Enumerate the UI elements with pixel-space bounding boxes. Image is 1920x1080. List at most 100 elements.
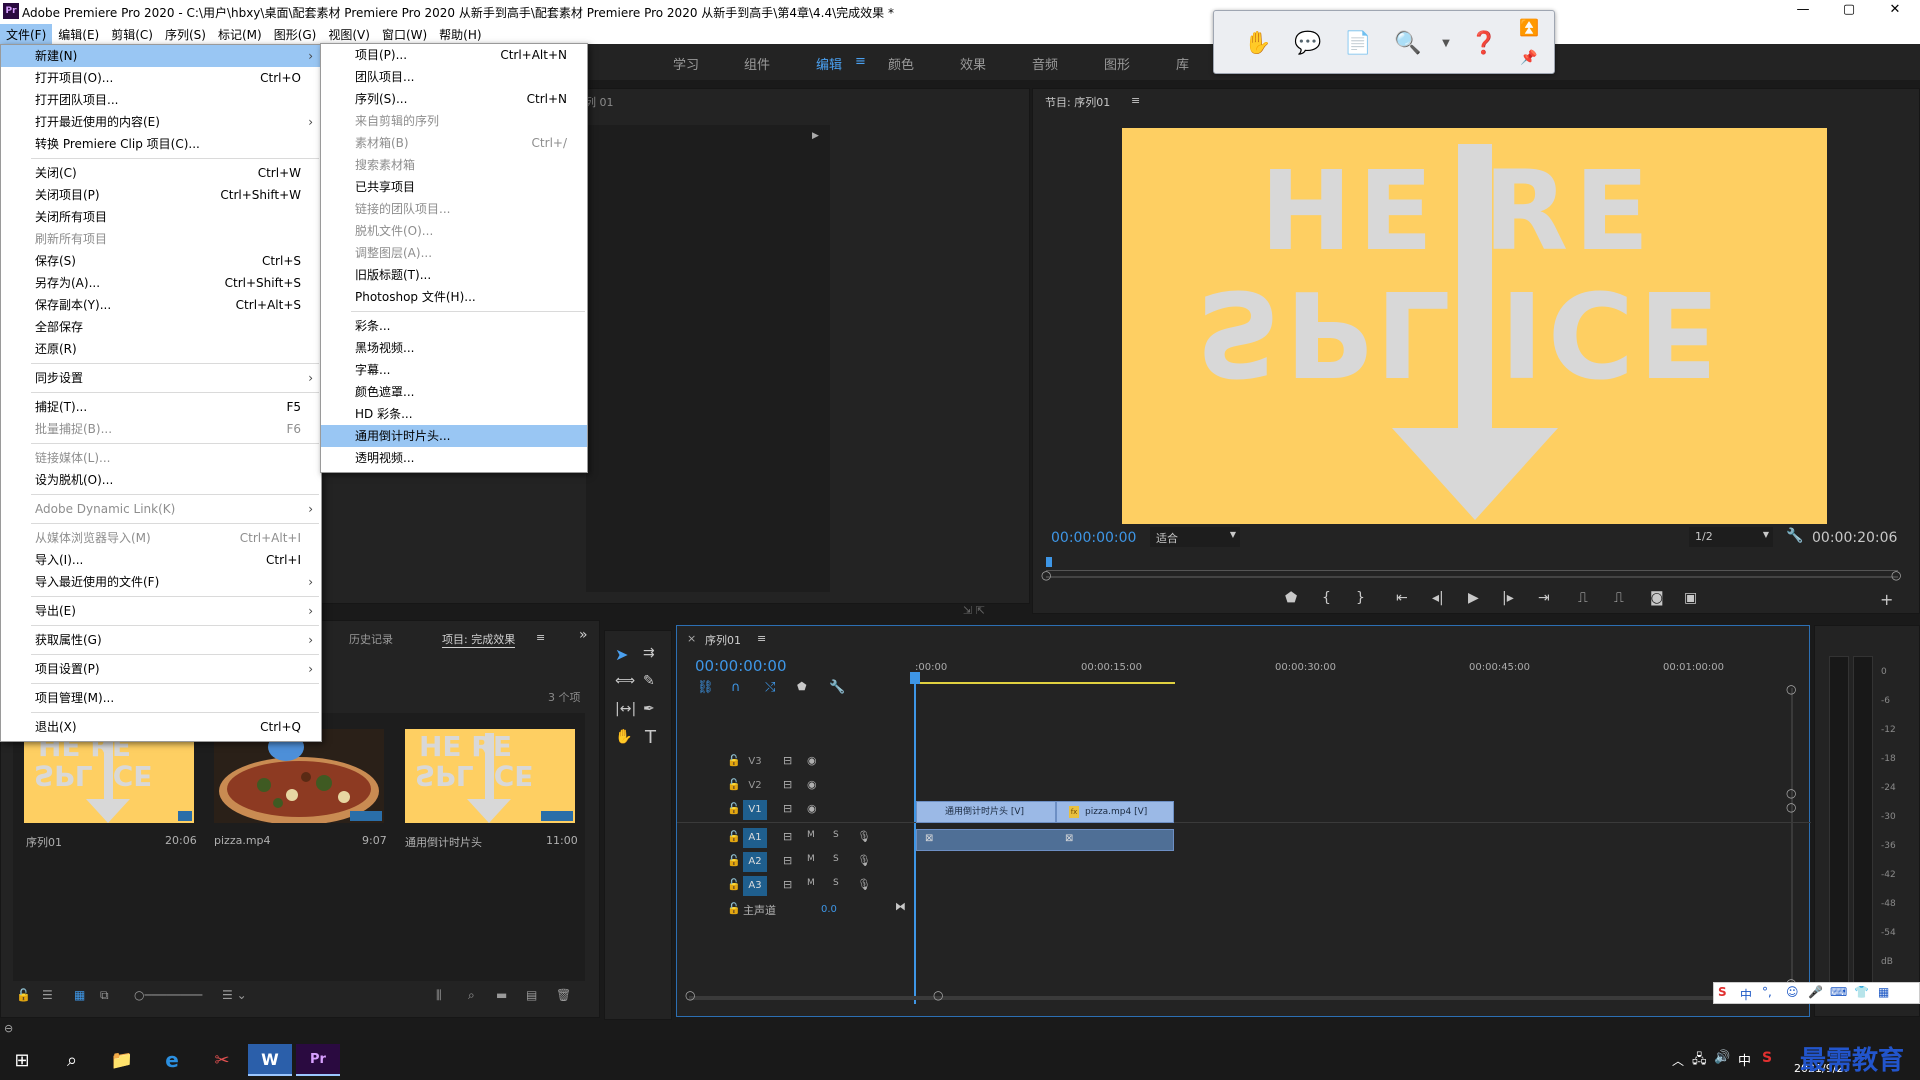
sogou-logo-icon[interactable]: S: [1718, 985, 1727, 999]
timeline-v-scrollbar[interactable]: [1791, 688, 1793, 988]
workspace-graphics[interactable]: 图形: [1104, 54, 1130, 73]
file-explorer-icon[interactable]: 📁: [100, 1044, 144, 1076]
mark-out-icon[interactable]: }: [1356, 590, 1365, 606]
panel-expand-icon[interactable]: »: [579, 627, 588, 643]
add-button-icon[interactable]: +: [1880, 590, 1893, 609]
new-submenu-item[interactable]: 团队项目...: [321, 66, 587, 88]
file-menu-item[interactable]: 还原(R): [1, 338, 321, 360]
delete-icon[interactable]: 🗑: [556, 988, 571, 1002]
work-area-bar[interactable]: [915, 682, 1175, 684]
lift-icon[interactable]: ⎍: [1578, 590, 1588, 606]
export-frame-icon[interactable]: ⇲ ⇱: [963, 604, 985, 617]
add-marker-icon[interactable]: ⬟: [797, 680, 807, 693]
resolution-dropdown[interactable]: 1/2 ▼: [1689, 527, 1773, 547]
workspace-editing[interactable]: 编辑: [816, 54, 842, 73]
pen-tool-icon[interactable]: ✒: [643, 701, 655, 717]
premiere-taskbar-icon[interactable]: Pr: [296, 1044, 340, 1076]
program-playhead[interactable]: [1046, 557, 1052, 567]
keyboard-icon[interactable]: ⌨: [1830, 985, 1847, 999]
mute-button[interactable]: M: [807, 878, 815, 888]
clip-pizza-video[interactable]: fx pizza.mp4 [V]: [1056, 801, 1174, 823]
track-name[interactable]: V3: [743, 752, 767, 772]
snipping-icon[interactable]: ✂: [200, 1044, 244, 1076]
track-name[interactable]: V2: [743, 776, 767, 796]
playhead-handle[interactable]: [910, 672, 920, 684]
file-menu-item[interactable]: 设为脱机(O)...: [1, 469, 321, 491]
timeline-tab[interactable]: 序列01: [705, 632, 741, 648]
time-ruler[interactable]: :00:00 00:00:15:00 00:00:30:00 00:00:45:…: [915, 662, 1795, 686]
file-menu-item[interactable]: 获取属性(G) ›: [1, 629, 321, 651]
step-back-icon[interactable]: ◂|: [1432, 590, 1444, 606]
maximize-button[interactable]: ▢: [1826, 2, 1872, 17]
sync-lock-icon[interactable]: ⊟: [783, 854, 792, 867]
new-submenu-item[interactable]: Photoshop 文件(H)...: [321, 286, 587, 308]
emoji-icon[interactable]: ☺: [1786, 985, 1799, 999]
go-to-end-icon[interactable]: ⧓: [895, 900, 906, 913]
menu-edit[interactable]: 编辑(E): [52, 24, 105, 44]
timeline-close-icon[interactable]: ×: [687, 632, 696, 645]
new-submenu-item[interactable]: 已共享项目: [321, 176, 587, 198]
workspace-learn[interactable]: 学习: [673, 54, 699, 73]
lock-icon[interactable]: 🔓: [727, 778, 741, 791]
compare-view-icon[interactable]: ▣: [1684, 590, 1697, 606]
lock-icon[interactable]: 🔓: [727, 854, 741, 867]
zoom-handle-right[interactable]: ○: [1891, 568, 1901, 582]
fit-dropdown[interactable]: 适合 ▼: [1150, 527, 1240, 547]
program-menu-icon[interactable]: ≡: [1131, 94, 1140, 107]
solo-button[interactable]: S: [833, 878, 839, 888]
file-menu-item[interactable]: 关闭(C) Ctrl+W: [1, 162, 321, 184]
minimize-button[interactable]: —: [1780, 2, 1826, 17]
lock-icon[interactable]: 🔓: [16, 988, 31, 1002]
windows-start-icon[interactable]: ⊞: [0, 1044, 44, 1076]
menu-marker[interactable]: 标记(M): [212, 24, 268, 44]
file-menu-item[interactable]: 导出(E) ›: [1, 600, 321, 622]
close-button[interactable]: ✕: [1872, 2, 1918, 17]
volume-icon[interactable]: 🔊: [1714, 1050, 1730, 1065]
file-menu-item[interactable]: 保存(S) Ctrl+S: [1, 250, 321, 272]
menu-window[interactable]: 窗口(W): [376, 24, 433, 44]
menu-graphics[interactable]: 图形(G): [268, 24, 323, 44]
microphone-icon[interactable]: 🎙: [857, 854, 871, 867]
sync-lock-icon[interactable]: ⊟: [783, 802, 792, 815]
new-submenu-item[interactable]: 透明视频...: [321, 447, 587, 469]
workspace-libraries[interactable]: 库: [1176, 54, 1189, 73]
menu-clip[interactable]: 剪辑(C): [105, 24, 159, 44]
new-bin-icon[interactable]: ▬: [496, 988, 507, 1002]
file-menu-item[interactable]: 同步设置 ›: [1, 367, 321, 389]
thumb-sequence01[interactable]: HE RE SPL ICE: [24, 729, 194, 823]
file-menu-item[interactable]: 项目管理(M)...: [1, 687, 321, 709]
speech-bubble-icon[interactable]: 💬: [1290, 25, 1326, 61]
timeline-settings-icon[interactable]: 🔧: [829, 680, 845, 695]
slip-tool-icon[interactable]: |↔|: [615, 701, 636, 717]
new-submenu-item[interactable]: HD 彩条...: [321, 403, 587, 425]
snap-icon[interactable]: ∩: [731, 680, 741, 695]
workspace-effects[interactable]: 效果: [960, 54, 986, 73]
thumb-pizza[interactable]: [214, 729, 384, 823]
menu-sequence[interactable]: 序列(S): [159, 24, 212, 44]
sync-lock-icon[interactable]: ⊟: [783, 830, 792, 843]
eye-icon[interactable]: ◉: [807, 754, 817, 767]
scroll-handle-left[interactable]: ○: [685, 988, 695, 1002]
step-forward-icon[interactable]: |▸: [1502, 590, 1514, 606]
track-select-tool-icon[interactable]: ⇉: [643, 645, 655, 661]
timeline-h-scrollbar[interactable]: [689, 996, 1795, 1000]
ime-mode[interactable]: 中: [1740, 986, 1752, 1003]
track-name[interactable]: A3: [743, 876, 767, 896]
skin-icon[interactable]: 👕: [1854, 985, 1869, 999]
collapse-up-icon[interactable]: ⏫: [1514, 13, 1544, 41]
mark-in-icon[interactable]: {: [1322, 590, 1331, 606]
file-menu-item[interactable]: 导入最近使用的文件(F) ›: [1, 571, 321, 593]
razor-tool-icon[interactable]: ✎: [643, 673, 655, 689]
eye-icon[interactable]: ◉: [807, 778, 817, 791]
zoom-slider-icon[interactable]: ○────────: [134, 988, 202, 1002]
mute-button[interactable]: M: [807, 830, 815, 840]
workspace-color[interactable]: 颜色: [888, 54, 914, 73]
new-item-icon[interactable]: ▤: [526, 988, 537, 1002]
solo-button[interactable]: S: [833, 854, 839, 864]
file-menu-item[interactable]: 关闭项目(P) Ctrl+Shift+W: [1, 184, 321, 206]
chevron-down-icon[interactable]: ▼: [1428, 25, 1464, 61]
zoom-handle-left[interactable]: ○: [1041, 568, 1051, 582]
new-submenu-item[interactable]: 黑场视频...: [321, 337, 587, 359]
microphone-icon[interactable]: 🎙: [857, 878, 871, 891]
microphone-icon[interactable]: 🎙: [857, 830, 871, 843]
